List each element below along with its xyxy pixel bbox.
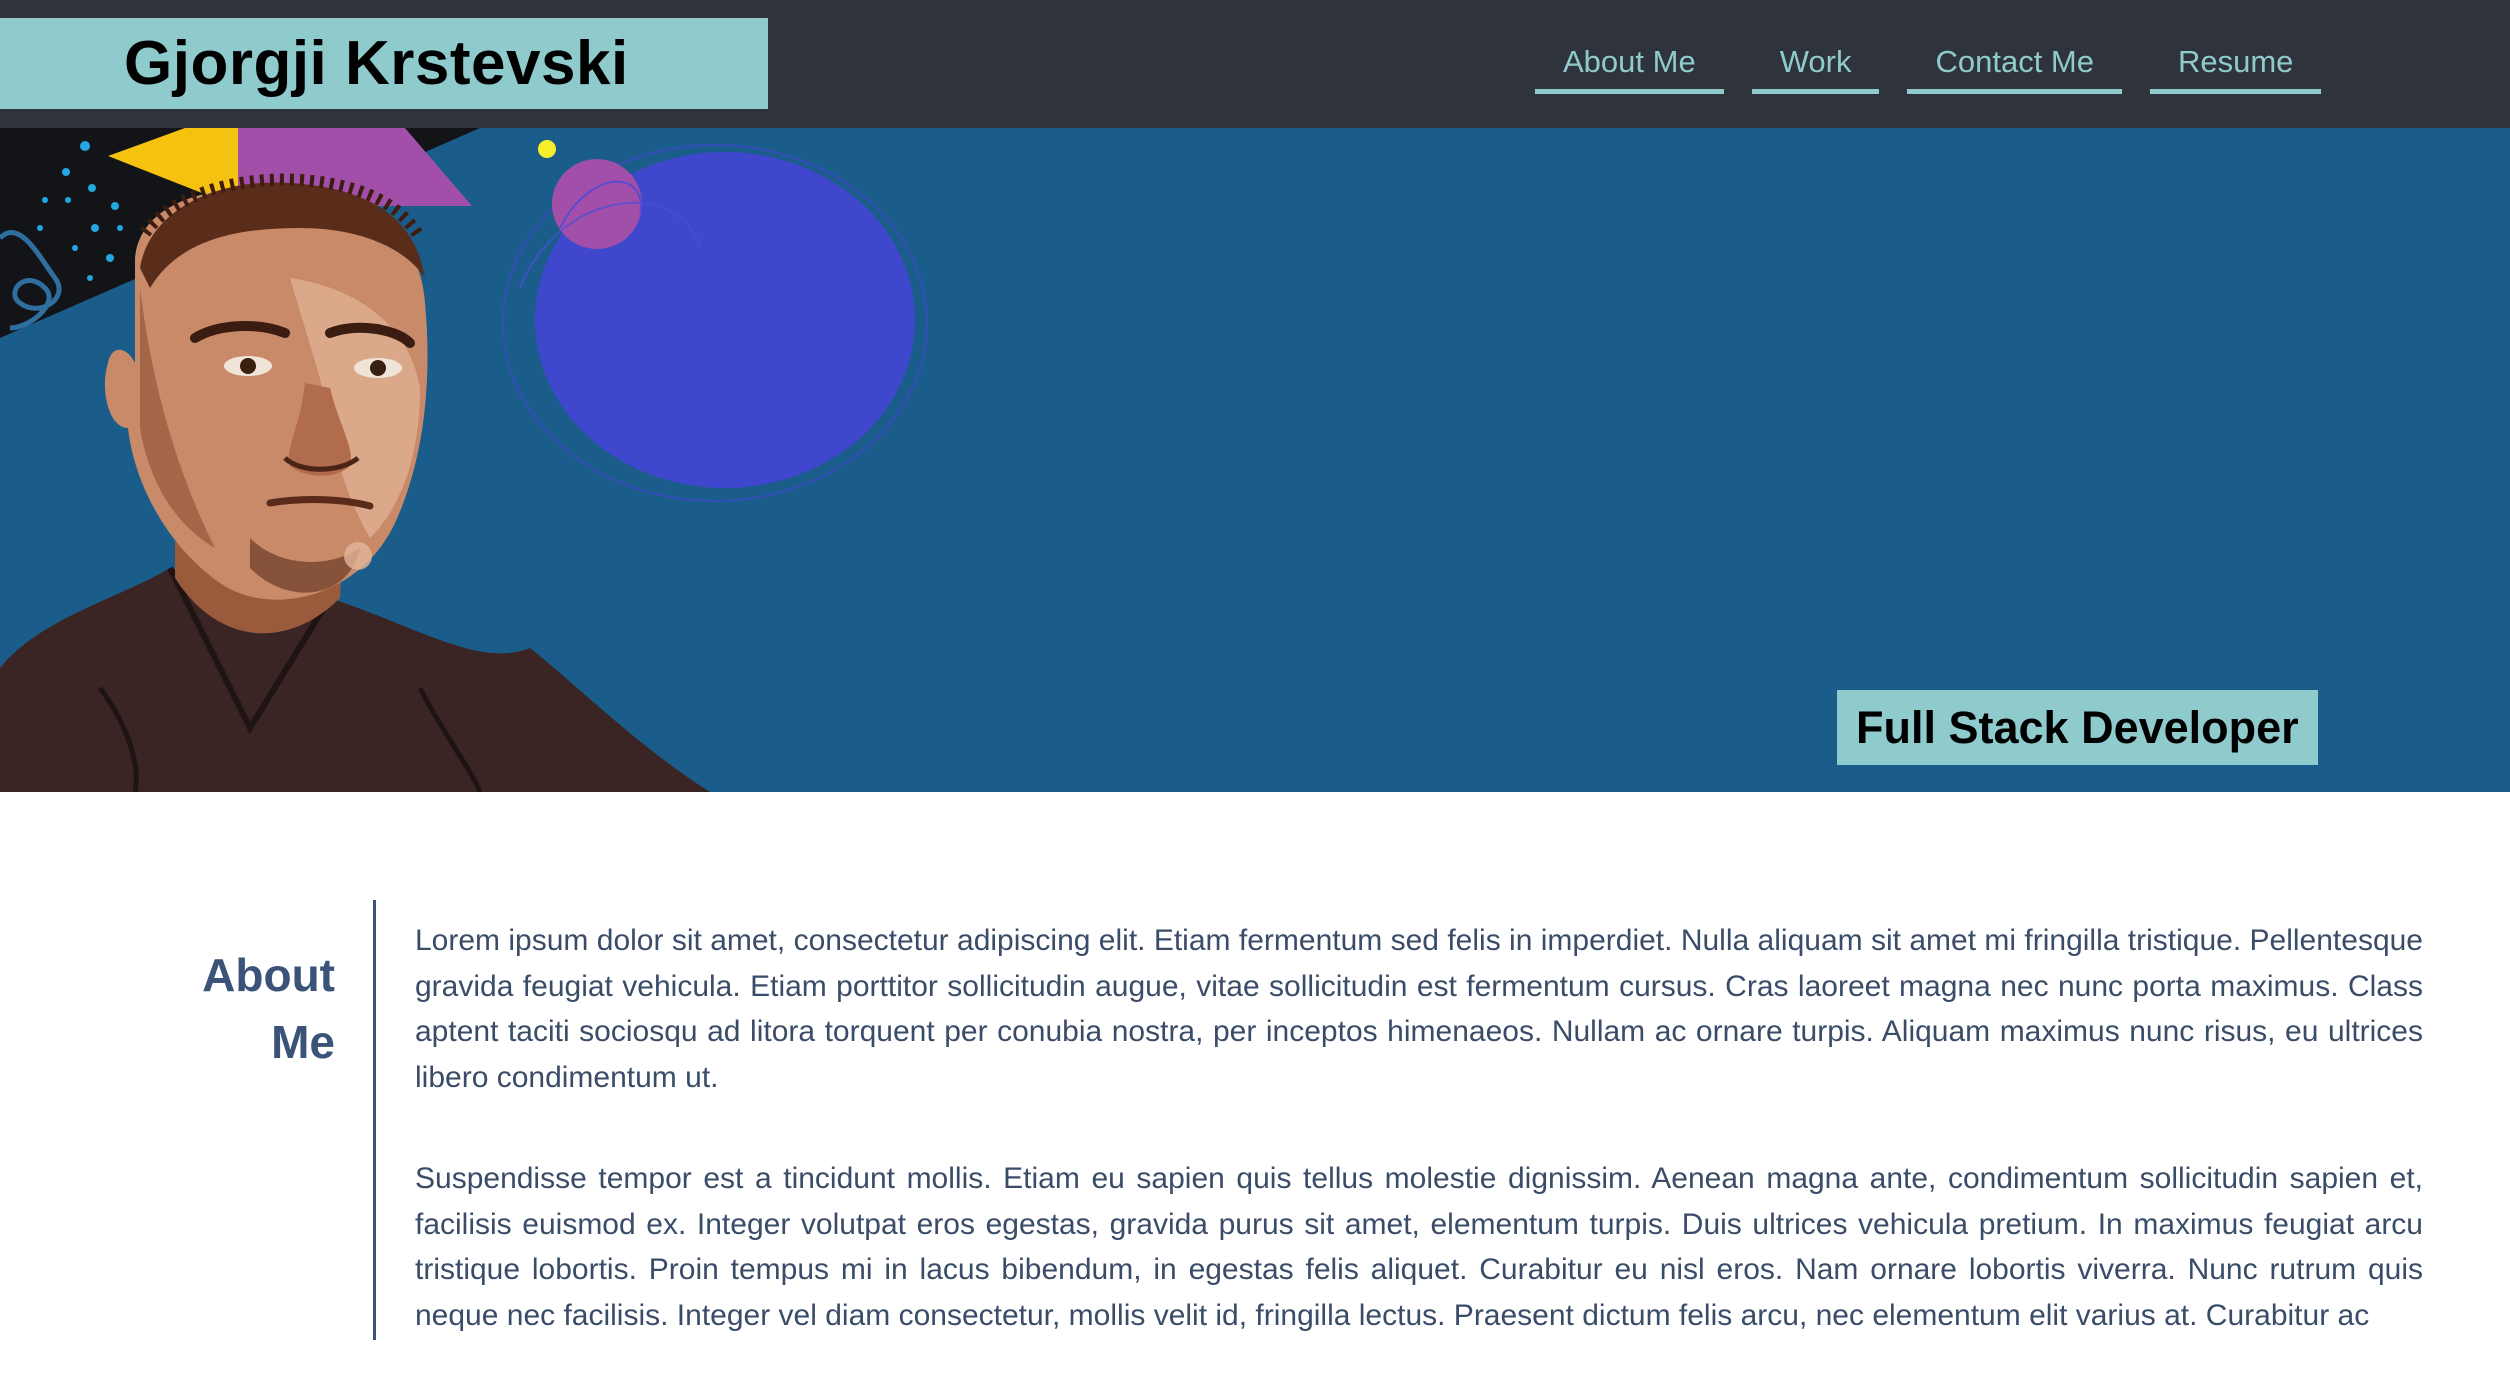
nav-contact-me[interactable]: Contact Me <box>1907 42 2122 94</box>
tagline-box: Full Stack Developer <box>1837 690 2318 765</box>
about-paragraph-2: Suspendisse tempor est a tincidunt molli… <box>415 1162 2423 1332</box>
site-title[interactable]: Gjorgji Krstevski <box>0 28 629 99</box>
about-section: About Me Lorem ipsum dolor sit amet, con… <box>0 792 2510 1340</box>
shirt-shape <box>0 568 710 792</box>
about-divider <box>373 900 376 1340</box>
yellow-dot <box>538 140 556 158</box>
about-heading-line1: About <box>202 949 335 1001</box>
portrait-illustration-icon <box>0 128 928 792</box>
about-paragraph-1: Lorem ipsum dolor sit amet, consectetur … <box>415 924 2423 1094</box>
tagline-text: Full Stack Developer <box>1856 701 2299 753</box>
site-title-box: Gjorgji Krstevski <box>0 18 768 109</box>
about-body: Lorem ipsum dolor sit amet, consectetur … <box>415 918 2423 1394</box>
nav-work[interactable]: Work <box>1751 42 1880 94</box>
main-nav: About Me Work Contact Me Resume <box>1535 42 2322 94</box>
about-heading: About Me <box>35 942 335 1076</box>
about-heading-line2: Me <box>271 1016 335 1068</box>
pink-circle-shape <box>552 159 642 249</box>
site-header: Gjorgji Krstevski About Me Work Contact … <box>0 0 2510 128</box>
nav-resume[interactable]: Resume <box>2149 42 2322 94</box>
hero-banner: Full Stack Developer <box>0 128 2510 792</box>
nav-about-me[interactable]: About Me <box>1535 42 1724 94</box>
